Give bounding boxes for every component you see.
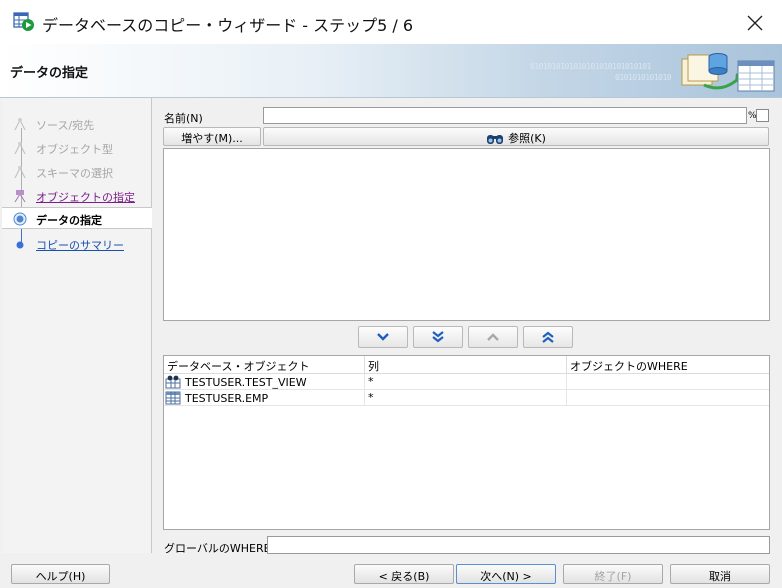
binoculars-icon bbox=[487, 135, 504, 144]
move-up-button[interactable] bbox=[468, 326, 518, 348]
where-cell[interactable] bbox=[567, 374, 769, 390]
page-title: データの指定 bbox=[10, 66, 89, 81]
name-input[interactable] bbox=[263, 107, 747, 124]
step-label: ソース/宛先 bbox=[36, 119, 95, 132]
column-header-where[interactable]: オブジェクトのWHERE bbox=[567, 356, 769, 374]
step-label: オブジェクト型 bbox=[36, 143, 113, 156]
selected-objects-table[interactable]: データベース・オブジェクト 列 オブジェクトのWHERE TESTUSER.TE… bbox=[163, 355, 770, 530]
object-cell: TESTUSER.EMP bbox=[164, 390, 365, 406]
step-node-icon bbox=[14, 142, 26, 155]
step-node-icon bbox=[14, 118, 26, 131]
header-banner: データの指定 0101010101010101010101010101 0101… bbox=[0, 44, 782, 98]
table-row[interactable]: TESTUSER.EMP * bbox=[164, 390, 769, 406]
step-object-specification[interactable]: オブジェクトの指定 bbox=[2, 185, 152, 207]
global-where-input[interactable] bbox=[267, 536, 770, 554]
banner-binary-pattern: 0101010101010101010101010101 bbox=[530, 62, 651, 71]
columns-cell[interactable]: * bbox=[365, 390, 567, 406]
banner-database-graphic bbox=[681, 53, 775, 92]
banner-binary-pattern-2: 0101010101010 bbox=[615, 73, 672, 82]
step-label: スキーマの選択 bbox=[36, 167, 113, 180]
browse-button[interactable]: 参照(K) bbox=[263, 127, 769, 146]
cancel-button[interactable]: 取消 bbox=[670, 564, 770, 584]
table-icon bbox=[165, 391, 181, 405]
wildcard-checkbox[interactable] bbox=[756, 109, 769, 122]
chevron-up-icon bbox=[487, 333, 499, 341]
step-label: オブジェクトの指定 bbox=[36, 191, 135, 204]
step-schema-selection: スキーマの選択 bbox=[2, 161, 152, 183]
name-label: 名前(N) bbox=[164, 112, 203, 125]
database-app-icon bbox=[13, 12, 34, 31]
step-source-destination: ソース/宛先 bbox=[2, 113, 152, 135]
object-name: TESTUSER.TEST_VIEW bbox=[185, 376, 307, 389]
move-all-up-button[interactable] bbox=[523, 326, 573, 348]
step-data-specification: データの指定 bbox=[2, 207, 152, 229]
next-button[interactable]: 次へ(N) > bbox=[456, 564, 556, 584]
available-objects-list[interactable] bbox=[163, 148, 770, 321]
finish-button[interactable]: 終了(F) bbox=[563, 564, 663, 584]
columns-cell[interactable]: * bbox=[365, 374, 567, 390]
move-all-down-button[interactable] bbox=[413, 326, 463, 348]
help-button[interactable]: ヘルプ(H) bbox=[11, 564, 110, 584]
step-label: データの指定 bbox=[36, 214, 102, 227]
move-down-button[interactable] bbox=[358, 326, 408, 348]
step-label: コピーのサマリー bbox=[36, 239, 124, 252]
wizard-steps-pane: ソース/宛先 オブジェクト型 スキーマの選択 オブジェクトの指定 データの指定 … bbox=[2, 98, 152, 553]
double-chevron-down-icon bbox=[432, 331, 444, 343]
where-cell[interactable] bbox=[567, 390, 769, 406]
step-copy-summary[interactable]: コピーのサマリー bbox=[2, 233, 152, 255]
step-next-icon bbox=[16, 241, 24, 249]
step-current-icon bbox=[13, 212, 27, 226]
browse-button-label: 参照(K) bbox=[508, 132, 546, 145]
step-visited-icon bbox=[14, 190, 26, 203]
title-bar: データベースのコピー・ウィザード - ステップ5 / 6 bbox=[0, 0, 782, 44]
global-where-label: グローバルのWHERE: bbox=[164, 542, 275, 555]
back-button[interactable]: < 戻る(B) bbox=[354, 564, 454, 584]
step-node-icon bbox=[14, 166, 26, 179]
object-cell: TESTUSER.TEST_VIEW bbox=[164, 374, 365, 390]
more-button[interactable]: 増やす(M)... bbox=[163, 127, 261, 146]
column-header-object[interactable]: データベース・オブジェクト bbox=[164, 356, 365, 374]
close-icon[interactable] bbox=[743, 11, 767, 35]
step-object-type: オブジェクト型 bbox=[2, 137, 152, 159]
view-icon bbox=[165, 375, 181, 389]
table-row[interactable]: TESTUSER.TEST_VIEW * bbox=[164, 374, 769, 390]
column-header-columns[interactable]: 列 bbox=[365, 356, 567, 374]
window-title: データベースのコピー・ウィザード - ステップ5 / 6 bbox=[42, 16, 414, 35]
double-chevron-up-icon bbox=[542, 331, 554, 343]
object-name: TESTUSER.EMP bbox=[185, 392, 269, 405]
chevron-down-icon bbox=[377, 333, 389, 341]
